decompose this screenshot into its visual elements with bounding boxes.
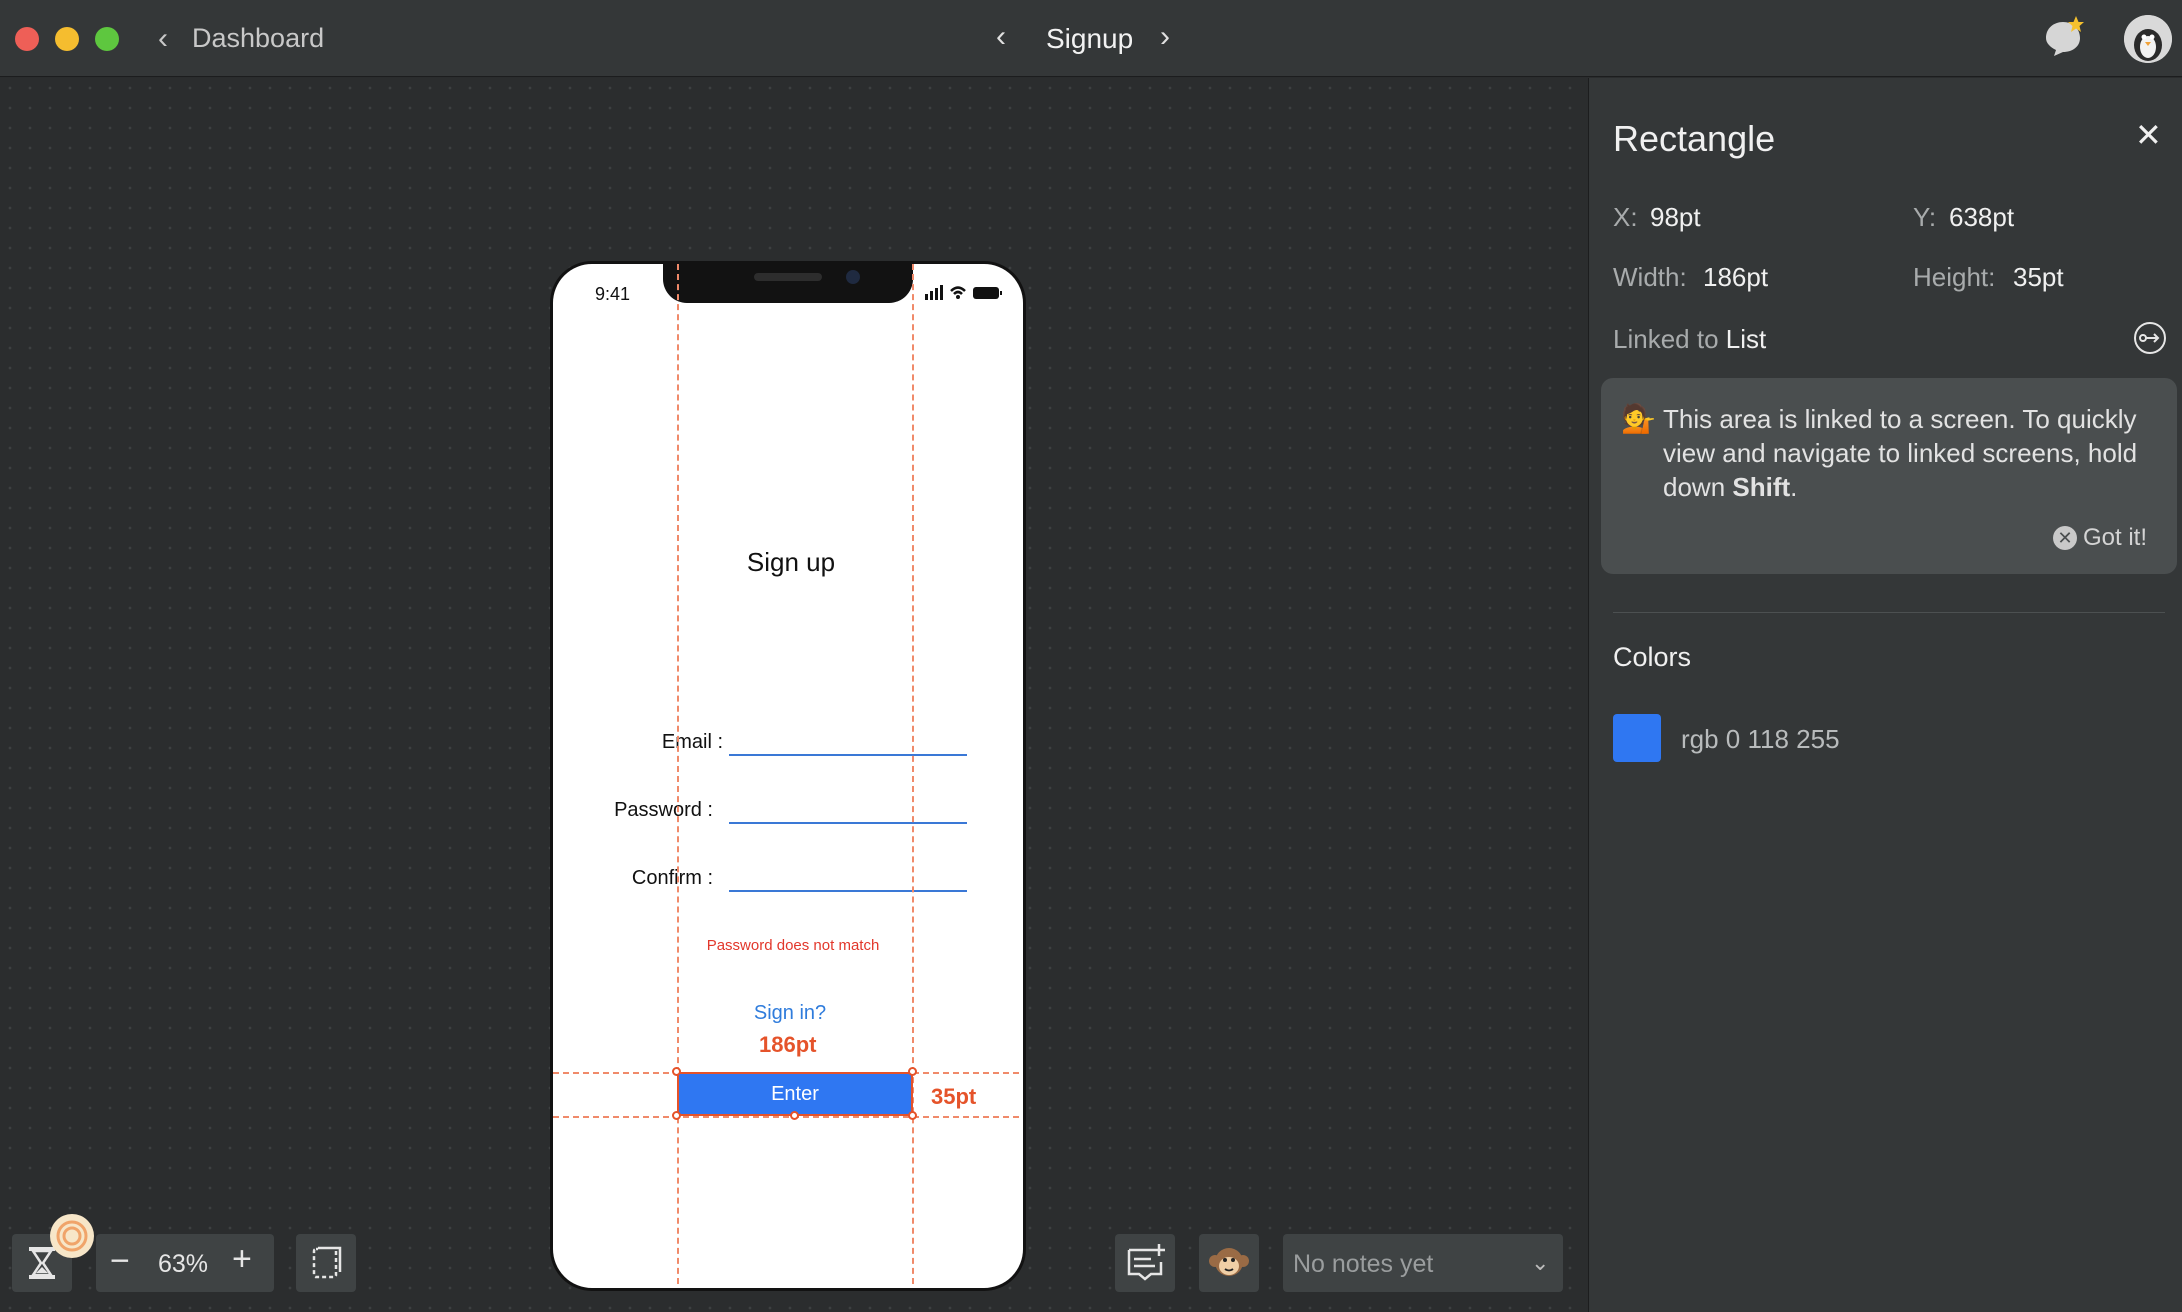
linked-prefix: Linked to [1613, 324, 1719, 354]
width-value: 186pt [1703, 262, 1769, 292]
resize-handle-bottom-left[interactable] [672, 1111, 681, 1120]
window-zoom-button[interactable] [95, 27, 119, 51]
user-avatar[interactable] [2124, 15, 2172, 63]
zoom-level: 63% [158, 1250, 209, 1278]
zoom-in-button[interactable]: + [232, 1240, 252, 1279]
chevron-left-icon[interactable]: ‹ [158, 22, 168, 56]
got-it-label: Got it! [2083, 524, 2148, 551]
color-swatch[interactable] [1613, 714, 1661, 762]
monkey-button[interactable] [1199, 1234, 1259, 1292]
phone-camera [846, 270, 860, 284]
resize-handle-top-right[interactable] [908, 1067, 917, 1076]
width-label: Width: [1613, 262, 1687, 292]
height-measurement: 35pt [931, 1084, 977, 1109]
zoom-out-button[interactable]: − [110, 1242, 130, 1281]
link-arrow-icon[interactable] [2133, 321, 2167, 355]
y-label: Y: [1913, 202, 1937, 232]
selection-guide-right [912, 264, 914, 1288]
height-value: 35pt [2013, 262, 2064, 292]
email-field[interactable] [729, 754, 967, 756]
close-circle-icon: ✕ [2053, 526, 2077, 550]
notes-dropdown[interactable]: No notes yet ⌄ [1283, 1234, 1563, 1292]
previous-screen-chevron-left-icon[interactable]: ‹ [996, 20, 1006, 54]
resize-handle-top-left[interactable] [672, 1067, 681, 1076]
height-label: Height: [1913, 262, 1996, 292]
signup-heading: Sign up [746, 547, 836, 577]
zoom-control: − 63% + [96, 1234, 274, 1292]
password-label: Password : [614, 799, 713, 821]
color-swatch-label: rgb 0 118 255 [1681, 724, 1840, 754]
hint-text: This area is linked to a screen. To quic… [1663, 402, 2153, 504]
email-label: Email : [661, 731, 723, 753]
next-screen-chevron-right-icon[interactable]: › [1160, 20, 1170, 54]
phone-screen-preview[interactable]: 9:41 Sign up Email : Password : Confirm … [550, 261, 1026, 1291]
phone-speaker [754, 273, 822, 281]
select-area-icon [312, 1245, 342, 1279]
screen-title: Signup [1046, 23, 1134, 54]
colors-heading: Colors [1613, 642, 1692, 672]
status-bar-icons [925, 285, 1002, 300]
confirm-field[interactable] [729, 890, 967, 892]
linked-target[interactable]: List [1726, 324, 1766, 354]
back-to-dashboard-link[interactable]: Dashboard [192, 23, 324, 54]
notes-placeholder: No notes yet [1293, 1250, 1434, 1278]
x-label: X: [1613, 202, 1638, 232]
signin-link[interactable]: Sign in? [553, 1002, 1023, 1025]
close-icon[interactable]: ✕ [2135, 116, 2162, 154]
enter-button[interactable]: Enter [677, 1072, 913, 1116]
window-minimize-button[interactable] [55, 27, 79, 51]
password-field[interactable] [729, 822, 967, 824]
password-mismatch-error: Password does not match [706, 937, 880, 954]
chevron-down-icon: ⌄ [1531, 1250, 1550, 1275]
got-it-button[interactable]: ✕ Got it! [2053, 524, 2147, 552]
status-bar-time: 9:41 [595, 284, 631, 304]
y-value: 638pt [1949, 202, 2015, 232]
monkey-icon [1209, 1248, 1249, 1276]
title-bar: ‹ Dashboard ‹ Signup › [0, 0, 2182, 77]
resize-handle-bottom-center[interactable] [790, 1111, 799, 1120]
width-measurement: 186pt [759, 1032, 817, 1057]
inspector-panel: Rectangle ✕ X: 98pt Y: 638pt Width: 186p… [1588, 78, 2182, 1312]
confirm-label: Confirm : [631, 867, 713, 889]
inspector-title: Rectangle [1613, 118, 1776, 159]
hint-person-icon: 💁 [1621, 403, 1656, 434]
add-note-button[interactable] [1115, 1234, 1175, 1292]
select-area-button[interactable] [296, 1234, 356, 1292]
window-close-button[interactable] [15, 27, 39, 51]
phone-notch [663, 264, 913, 303]
selection-guide-left [677, 264, 679, 1288]
add-note-icon [1127, 1244, 1165, 1281]
linked-screen-hint: 💁 This area is linked to a screen. To qu… [1601, 378, 2177, 574]
hint-key: Shift [1732, 472, 1791, 502]
hint-text-end: . [1790, 472, 1798, 502]
x-value: 98pt [1650, 202, 1701, 232]
penguin-avatar-icon [2124, 15, 2172, 63]
linked-to-row: Linked to List [1613, 324, 1766, 355]
tips-bubble-icon[interactable] [2040, 14, 2086, 60]
design-canvas[interactable]: 9:41 Sign up Email : Password : Confirm … [0, 78, 1588, 1312]
resize-handle-bottom-right[interactable] [908, 1111, 917, 1120]
divider [1613, 612, 2165, 613]
record-badge-icon[interactable] [48, 1212, 96, 1260]
